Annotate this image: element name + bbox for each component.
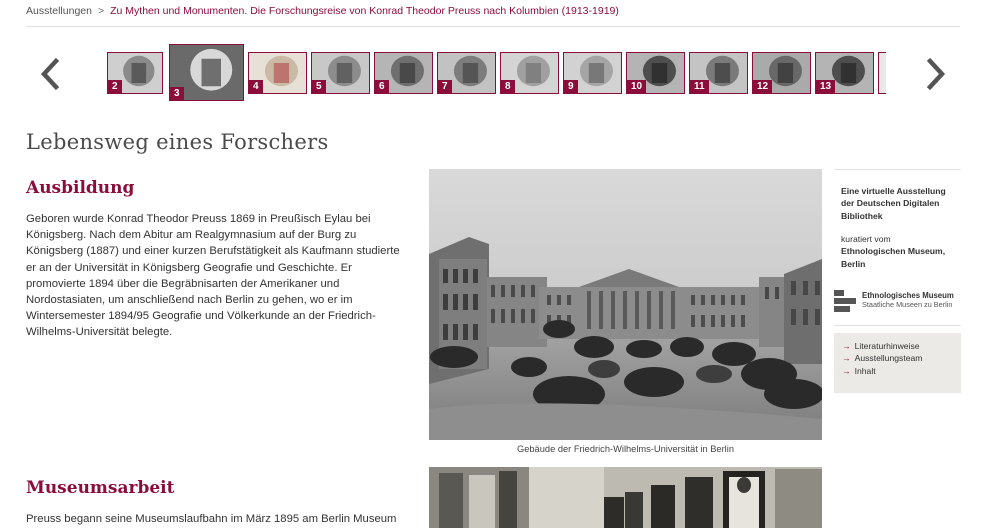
sidebar-divider bbox=[834, 169, 961, 170]
text-line: Wintersemester 1894/95 Geografie und Völ… bbox=[26, 310, 376, 323]
thumbnail-number: 5 bbox=[312, 80, 326, 93]
link-label: Inhalt bbox=[854, 365, 876, 376]
link-literaturhinweise[interactable]: → Literaturhinweise bbox=[842, 340, 961, 352]
thumbnail-number: 3 bbox=[170, 87, 184, 100]
text-line: Geboren wurde Konrad Theodor Preuss 1869… bbox=[26, 213, 371, 225]
thumbnail-13[interactable]: 13 bbox=[815, 52, 874, 94]
sidebar-intro-line: der Deutschen Digitalen bbox=[841, 198, 940, 209]
sidebar-links: → Literaturhinweise → Ausstellungsteam → In… bbox=[834, 333, 961, 393]
sidebar-divider bbox=[834, 325, 961, 326]
university-building-photo[interactable] bbox=[429, 169, 822, 440]
sidebar-intro-line: Eine virtuelle Ausstellung bbox=[841, 186, 946, 196]
photo-caption: Gebäude der Friedrich-Wilhelms-Universit… bbox=[516, 444, 734, 454]
breadcrumb-home-link[interactable]: Ausstellungen bbox=[26, 5, 92, 17]
text-line: Nordostasiaten, um anschließend nach Ber… bbox=[26, 294, 353, 307]
thumbnail-number: 12 bbox=[753, 80, 773, 93]
thumbnail-4[interactable]: 4 bbox=[248, 52, 307, 94]
museum-logo-subtitle: Staatliche Museen zu Berlin bbox=[862, 300, 953, 309]
section-heading-museumsarbeit: Museumsarbeit bbox=[26, 478, 175, 498]
thumbnail-6[interactable]: 6 bbox=[374, 52, 433, 94]
thumbnail-number: 2 bbox=[108, 80, 122, 93]
sidebar-intro: Eine virtuelle Ausstellung der Deutschen… bbox=[841, 185, 959, 222]
thumbnail-number: 11 bbox=[690, 80, 709, 93]
thumbnail-number: 4 bbox=[249, 80, 263, 93]
thumbnail-7[interactable]: 7 bbox=[437, 52, 496, 94]
text-line: Königsberg. Nach dem Abitur am Realgymna… bbox=[26, 229, 357, 242]
chevron-left-icon[interactable] bbox=[36, 54, 66, 94]
sidebar-intro-line: Bibliothek bbox=[841, 210, 883, 221]
thumbnail-number: 9 bbox=[564, 80, 578, 93]
thumbnail-3[interactable]: 3 bbox=[169, 44, 244, 101]
text-line: Wilhelms-Universität belegte. bbox=[26, 326, 173, 339]
link-inhalt[interactable]: → Inhalt bbox=[842, 365, 961, 377]
text-line: Königsberg (1887) und einer kurzen Beruf… bbox=[26, 245, 400, 258]
thumbnail-5[interactable]: 5 bbox=[311, 52, 370, 94]
museum-hall-photo[interactable] bbox=[429, 467, 822, 528]
museum-logo-name: Ethnologisches Museum bbox=[862, 291, 954, 300]
thumbnail-number: 13 bbox=[816, 80, 836, 93]
header-divider bbox=[26, 26, 960, 27]
link-label: Ausstellungsteam bbox=[854, 353, 923, 364]
sidebar-curator: kuratiert vom Ethnologischen Museum, Ber… bbox=[841, 233, 959, 270]
thumbnail-next-partial[interactable] bbox=[878, 52, 886, 94]
arrow-right-icon: → bbox=[842, 365, 851, 376]
museum-logo-icon bbox=[834, 290, 856, 312]
breadcrumb: Ausstellungen > Zu Mythen und Monumenten. … bbox=[26, 5, 960, 17]
thumbnail-number: 7 bbox=[438, 80, 452, 93]
curator-name-line: Ethnologischen Museum, bbox=[841, 246, 946, 257]
thumbnail-8[interactable]: 8 bbox=[500, 52, 559, 94]
thumbnail-number: 10 bbox=[627, 80, 647, 93]
breadcrumb-separator: > bbox=[97, 5, 105, 17]
thumbnail-11[interactable]: 11 bbox=[689, 52, 748, 94]
link-ausstellungsteam[interactable]: → Ausstellungsteam bbox=[842, 352, 961, 364]
curated-label: kuratiert vom bbox=[841, 234, 891, 244]
section-text-ausbildung: Geboren wurde Konrad Theodor Preuss 1869… bbox=[26, 211, 414, 341]
section-text-museumsarbeit: Preuss begann seine Museumslaufbahn im M… bbox=[26, 511, 414, 527]
curator-name-line: Berlin bbox=[841, 258, 866, 269]
section-heading-ausbildung: Ausbildung bbox=[26, 178, 135, 198]
thumbnail-number: 8 bbox=[501, 80, 515, 93]
chevron-right-icon[interactable] bbox=[920, 54, 950, 94]
text-line: promovierte 1894 über die Begräbnisarten… bbox=[26, 277, 340, 290]
thumbnail-12[interactable]: 12 bbox=[752, 52, 811, 94]
arrow-right-icon: → bbox=[842, 353, 851, 364]
thumbnail-2[interactable]: 2 bbox=[107, 52, 163, 94]
page-title: Lebensweg eines Forschers bbox=[26, 130, 329, 154]
thumbnail-number: 6 bbox=[375, 80, 389, 93]
museum-logo[interactable]: Ethnologisches Museum Staatliche Museen … bbox=[834, 288, 961, 318]
arrow-right-icon: → bbox=[842, 341, 851, 351]
thumbnail-9[interactable]: 9 bbox=[563, 52, 622, 94]
breadcrumb-current-link[interactable]: Zu Mythen und Monumenten. Die Forschungs… bbox=[110, 5, 619, 17]
thumbnail-10[interactable]: 10 bbox=[626, 52, 685, 94]
link-label: Literaturhinweise bbox=[854, 341, 920, 351]
text-line: Preuss begann seine Museumslaufbahn im M… bbox=[26, 513, 397, 525]
text-line: er an der Universität in Königsberg Geog… bbox=[26, 261, 352, 274]
